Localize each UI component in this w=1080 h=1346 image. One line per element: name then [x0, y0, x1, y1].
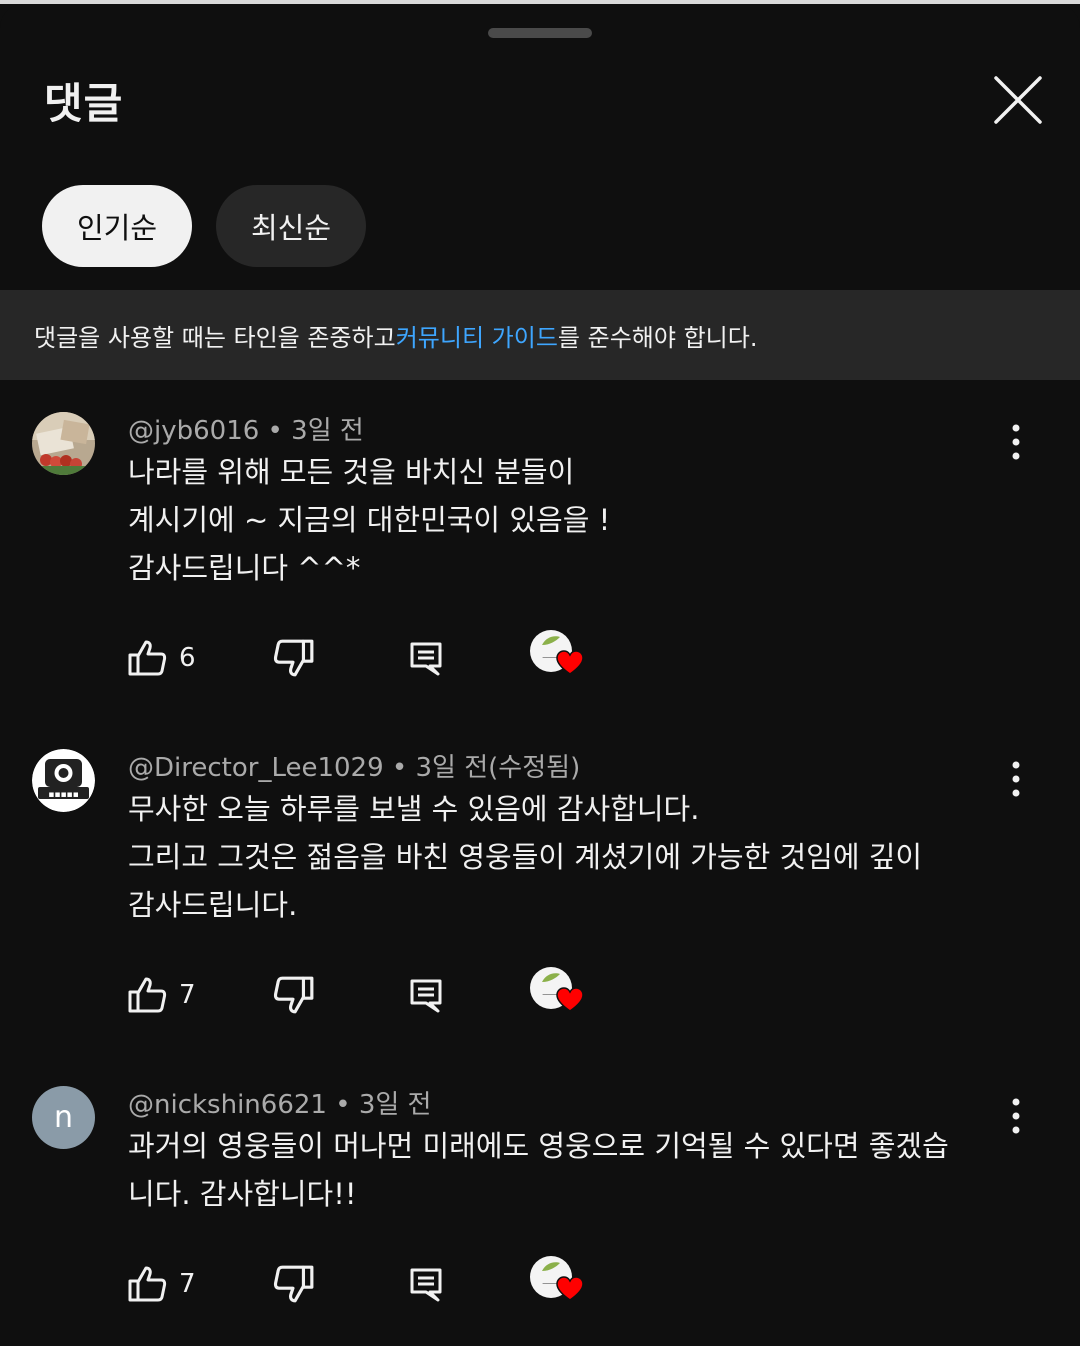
avatar[interactable]: ▪▪▪▪▪: [32, 749, 95, 812]
guideline-banner: 댓글을 사용할 때는 타인을 존중하고 커뮤니티 가이드 를 준수해야 합니다.: [0, 290, 1080, 380]
dislike-button[interactable]: [273, 1260, 315, 1308]
like-button[interactable]: 7: [127, 1260, 196, 1308]
comment-meta: @nickshin6621 • 3일 전: [128, 1084, 431, 1121]
reply-button[interactable]: [408, 1260, 444, 1308]
comment-line: 과거의 영웅들이 머나먼 미래에도 영웅으로 기억될 수 있다면 좋겠습: [128, 1129, 949, 1163]
more-options-button[interactable]: [996, 420, 1036, 464]
reply-comment-icon: [410, 642, 442, 676]
svg-text:▪▪▪▪▪: ▪▪▪▪▪: [48, 790, 79, 800]
avatar[interactable]: n: [32, 1086, 95, 1149]
reply-comment-icon: [410, 979, 442, 1013]
comment-author[interactable]: @nickshin6621: [128, 1090, 327, 1120]
creator-heart: ────: [528, 967, 588, 1023]
comment-line: 니다. 감사합니다!!: [128, 1177, 357, 1211]
sort-chip-newest[interactable]: 최신순: [216, 185, 366, 267]
leaf-logo-icon: [542, 973, 560, 982]
comment-meta: @Director_Lee1029 • 3일 전(수정됨): [128, 747, 580, 784]
meta-separator: •: [259, 416, 292, 446]
dislike-button[interactable]: [273, 971, 315, 1019]
reply-button[interactable]: [408, 971, 444, 1019]
comment-meta: @jyb6016 • 3일 전: [128, 410, 364, 447]
like-count: 7: [179, 1269, 196, 1299]
thumbs-up-icon: [128, 640, 167, 676]
avatar[interactable]: [32, 412, 95, 475]
comment-actions: 7 ────: [0, 1256, 1080, 1320]
sort-chip-top[interactable]: 인기순: [42, 185, 192, 267]
comment-actions: 7 ────: [0, 967, 1080, 1031]
avatar-camera-logo-icon: ▪▪▪▪▪: [32, 749, 95, 812]
meta-separator: •: [383, 753, 416, 783]
comment-time: 3일 전(수정됨): [415, 753, 581, 783]
comment-line: 감사드립니다 ^^*: [128, 551, 361, 585]
more-options-button[interactable]: [996, 757, 1036, 801]
comment-line: 계시기에 ~ 지금의 대한민국이 있음을 !: [128, 503, 611, 537]
more-vert-icon: [1012, 761, 1020, 797]
close-icon: [994, 76, 1042, 124]
heart-icon: [556, 1276, 584, 1301]
thumbs-down-icon: [273, 976, 314, 1014]
comment-time: 3일 전: [291, 416, 364, 446]
more-vert-icon: [1012, 424, 1020, 460]
drag-handle[interactable]: [488, 28, 592, 38]
comment-line: 감사드립니다.: [128, 888, 298, 922]
reply-comment-icon: [410, 1268, 442, 1302]
banner-text-prefix: 댓글을 사용할 때는 타인을 존중하고: [34, 323, 396, 352]
comment-text: 무사한 오늘 하루를 보낼 수 있음에 감사합니다. 그리고 그것은 젊음을 바…: [128, 785, 988, 929]
meta-separator: •: [326, 1090, 359, 1120]
avatar-photo-icon: [32, 412, 95, 475]
dislike-button[interactable]: [273, 634, 315, 682]
banner-text-suffix: 를 준수해야 합니다.: [557, 323, 758, 352]
heart-icon: [556, 987, 584, 1012]
thumbs-down-icon: [273, 1265, 314, 1303]
more-options-button[interactable]: [996, 1094, 1036, 1138]
comment-line: 그리고 그것은 젊음을 바친 영웅들이 계셨기에 가능한 것임에 깊이: [128, 840, 923, 874]
comment-line: 무사한 오늘 하루를 보낼 수 있음에 감사합니다.: [128, 792, 700, 826]
close-button[interactable]: [988, 70, 1048, 130]
community-guidelines-link[interactable]: 커뮤니티 가이드: [396, 318, 558, 353]
comment-author[interactable]: @jyb6016: [128, 416, 259, 446]
like-button[interactable]: 7: [127, 971, 196, 1019]
like-count: 7: [179, 980, 196, 1010]
like-button[interactable]: 6: [127, 634, 196, 682]
comment-line: 나라를 위해 모든 것을 바치신 분들이: [128, 455, 575, 489]
comment-text: 과거의 영웅들이 머나먼 미래에도 영웅으로 기억될 수 있다면 좋겠습 니다.…: [128, 1122, 1008, 1218]
leaf-logo-icon: [542, 636, 560, 645]
creator-heart: ────: [528, 1256, 588, 1312]
like-count: 6: [179, 643, 196, 673]
comment-author[interactable]: @Director_Lee1029: [128, 753, 384, 783]
creator-heart: ────: [528, 630, 588, 686]
thumbs-down-icon: [273, 639, 314, 677]
thumbs-up-icon: [128, 977, 167, 1013]
reply-button[interactable]: [408, 634, 444, 682]
page-title: 댓글: [44, 79, 124, 128]
more-vert-icon: [1012, 1098, 1020, 1134]
comment-text: 나라를 위해 모든 것을 바치신 분들이 계시기에 ~ 지금의 대한민국이 있음…: [128, 448, 1008, 592]
heart-icon: [556, 650, 584, 675]
comment-time: 3일 전: [358, 1090, 432, 1120]
avatar-letter: n: [53, 1100, 73, 1135]
thumbs-up-icon: [128, 1266, 167, 1302]
comment-actions: 6 ────: [0, 630, 1080, 694]
leaf-logo-icon: [542, 1262, 560, 1271]
